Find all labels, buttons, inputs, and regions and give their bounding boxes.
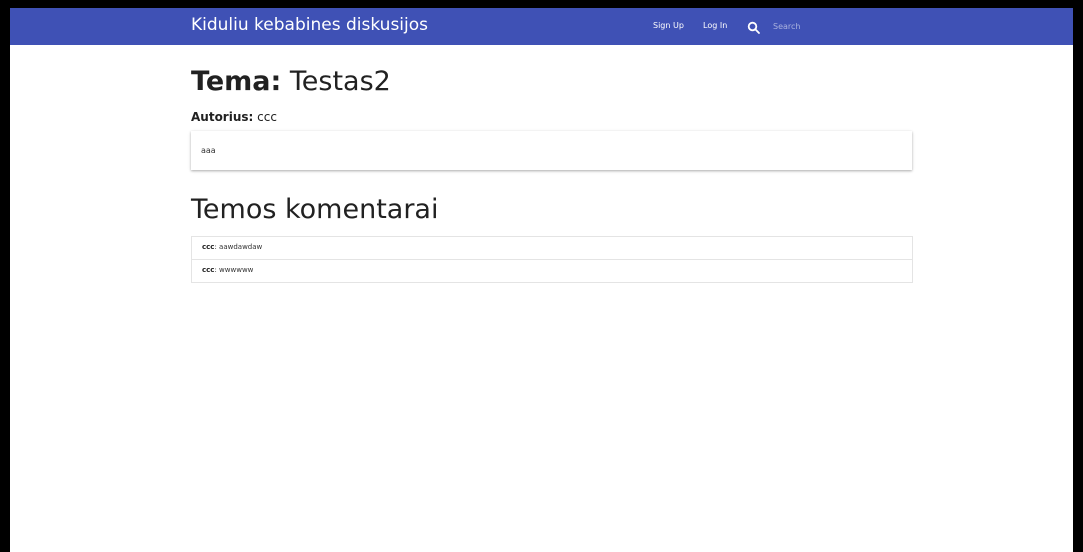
comments-heading: Temos komentarai — [191, 194, 439, 225]
comment-text: ccc: wwwwww — [202, 266, 254, 274]
comment-row: ccc: wwwwww — [192, 260, 912, 283]
search-input[interactable] — [773, 18, 923, 34]
comment-author: ccc — [202, 243, 215, 251]
topic-title-value: Testas2 — [289, 66, 391, 97]
topic-author: Autorius: ccc — [191, 110, 277, 124]
search-icon[interactable] — [747, 20, 761, 34]
comments-list: ccc: aawdawdaw ccc: wwwwww — [191, 236, 913, 283]
topic-title-label: Tema: — [191, 66, 282, 97]
comment-text: ccc: aawdawdaw — [202, 243, 263, 251]
topic-post-body: aaa — [201, 146, 216, 155]
brand-title[interactable]: Kiduliu kebabines diskusijos — [191, 15, 428, 35]
topic-title: Tema: Testas2 — [191, 66, 391, 98]
topic-post-card: aaa — [191, 131, 912, 170]
comment-body: wwwwww — [219, 266, 254, 274]
top-navbar: Kiduliu kebabines diskusijos Sign Up Log… — [10, 8, 1073, 45]
author-label: Autorius: — [191, 110, 254, 124]
login-link[interactable]: Log In — [703, 21, 727, 30]
signup-link[interactable]: Sign Up — [653, 21, 684, 30]
author-value: ccc — [257, 110, 277, 124]
comment-author: ccc — [202, 266, 215, 274]
comment-row: ccc: aawdawdaw — [192, 237, 912, 260]
browser-viewport: Kiduliu kebabines diskusijos Sign Up Log… — [0, 0, 1083, 552]
comment-body: aawdawdaw — [219, 243, 263, 251]
